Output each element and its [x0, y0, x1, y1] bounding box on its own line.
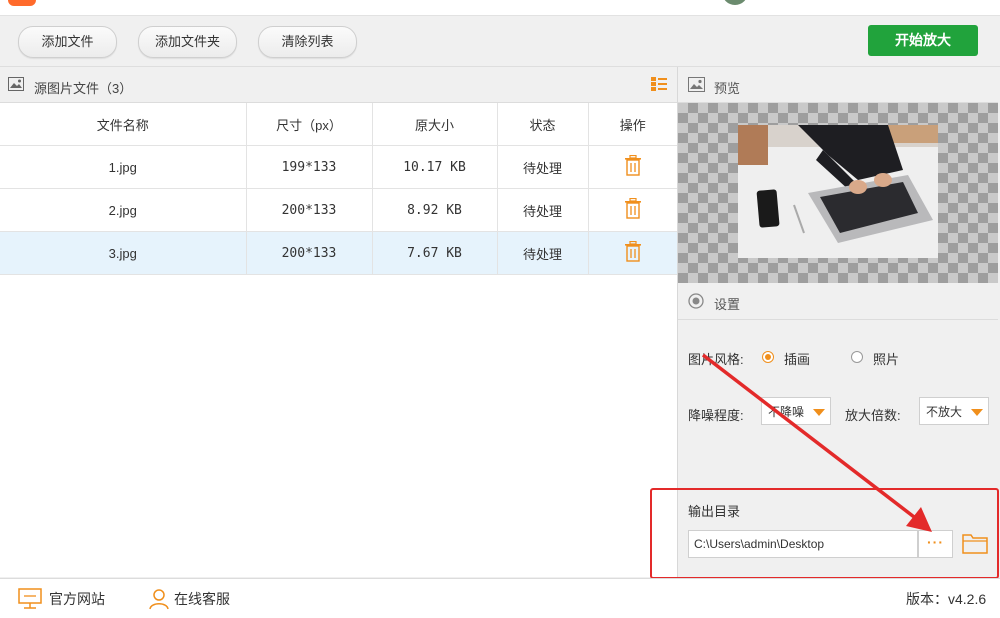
grid-view-icon[interactable]: [651, 76, 667, 92]
file-name: 3.jpg: [0, 231, 247, 275]
style-illustration-radio[interactable]: [762, 351, 774, 363]
table-row[interactable]: 1.jpg 199*133 10.17 KB 待处理: [0, 145, 677, 189]
source-files-panel: 源图片文件（3） 文件名称 尺寸（px） 原大小 状态 操作 1.jpg 199…: [0, 67, 678, 577]
monitor-icon[interactable]: [18, 588, 42, 613]
online-support-link[interactable]: 在线客服: [174, 589, 230, 609]
chevron-down-icon: [813, 409, 825, 416]
settings-title: 设置: [714, 297, 741, 312]
style-photo-radio[interactable]: [851, 351, 863, 363]
preview-canvas: [678, 103, 998, 283]
file-dimensions: 200*133: [246, 188, 373, 232]
column-header: 操作: [588, 103, 677, 146]
preview-icon: [688, 77, 705, 95]
file-name: 1.jpg: [0, 145, 247, 189]
preview-title: 预览: [714, 81, 741, 96]
preview-image: [738, 125, 938, 258]
app-logo: [8, 0, 36, 6]
style-illustration-label[interactable]: 插画: [784, 349, 810, 368]
folder-icon[interactable]: [962, 532, 988, 556]
file-name: 2.jpg: [0, 188, 247, 232]
style-label: 图片风格:: [688, 352, 744, 367]
source-files-header: 源图片文件（3）: [0, 67, 677, 103]
noise-value: 不降噪: [768, 405, 805, 419]
table-row[interactable]: 3.jpg 200*133 7.67 KB 待处理: [0, 231, 677, 275]
file-size: 8.92 KB: [372, 188, 498, 232]
settings-radio-icon: [688, 293, 704, 312]
avatar[interactable]: [722, 0, 748, 5]
trash-icon[interactable]: [624, 154, 642, 179]
table-header-row: 文件名称 尺寸（px） 原大小 状态 操作: [0, 103, 677, 146]
column-header: 文件名称: [0, 103, 247, 146]
column-header: 尺寸（px）: [246, 103, 373, 146]
column-header: 状态: [497, 103, 589, 146]
delete-cell: [588, 231, 677, 275]
version-label: 版本：v4.2.6: [906, 591, 987, 607]
source-files-title: 源图片文件（3）: [34, 81, 133, 96]
toolbar: 添加文件 添加文件夹 清除列表 开始放大: [0, 16, 1000, 67]
add-folder-button[interactable]: 添加文件夹: [138, 26, 237, 58]
browse-button[interactable]: ···: [918, 530, 953, 558]
settings-header: 设置: [678, 284, 998, 320]
file-status: 待处理: [497, 145, 589, 189]
noise-label: 降噪程度:: [688, 408, 744, 423]
scale-select[interactable]: 不放大: [919, 397, 989, 425]
footer: 官方网站 在线客服 版本：v4.2.6: [0, 578, 1000, 618]
output-label: 输出目录: [688, 504, 741, 519]
chevron-down-icon: [971, 409, 983, 416]
file-dimensions: 199*133: [246, 145, 373, 189]
official-website-link[interactable]: 官方网站: [49, 589, 105, 609]
delete-cell: [588, 145, 677, 189]
output-path-field[interactable]: C:\Users\admin\Desktop: [688, 530, 918, 558]
scale-label: 放大倍数:: [845, 408, 901, 423]
title-bar: [0, 0, 1000, 16]
trash-icon[interactable]: [624, 197, 642, 222]
start-enlarge-button[interactable]: 开始放大: [868, 25, 978, 56]
scale-value: 不放大: [926, 405, 963, 419]
delete-cell: [588, 188, 677, 232]
right-panel: 预览 设置 图片风格: 插画 照片 降噪程度: 不降噪 放大倍数: 不放大 输出…: [678, 67, 1000, 577]
image-icon: [8, 77, 24, 94]
file-status: 待处理: [497, 188, 589, 232]
file-dimensions: 200*133: [246, 231, 373, 275]
table-row[interactable]: 2.jpg 200*133 8.92 KB 待处理: [0, 188, 677, 232]
file-size: 10.17 KB: [372, 145, 498, 189]
file-status: 待处理: [497, 231, 589, 275]
file-size: 7.67 KB: [372, 231, 498, 275]
column-header: 原大小: [372, 103, 498, 146]
trash-icon[interactable]: [624, 240, 642, 265]
files-table: 文件名称 尺寸（px） 原大小 状态 操作 1.jpg 199*133 10.1…: [0, 103, 677, 275]
preview-header: 预览: [678, 67, 998, 103]
noise-select[interactable]: 不降噪: [761, 397, 831, 425]
style-photo-label[interactable]: 照片: [873, 349, 899, 368]
add-file-button[interactable]: 添加文件: [18, 26, 117, 58]
clear-list-button[interactable]: 清除列表: [258, 26, 357, 58]
person-icon[interactable]: [149, 588, 169, 613]
